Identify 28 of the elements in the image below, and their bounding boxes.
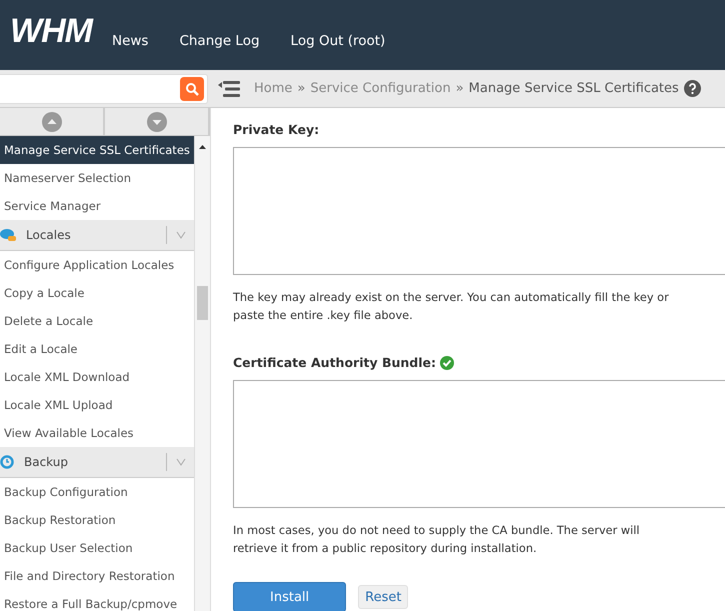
field-label: Private Key: <box>233 122 320 137</box>
chevron-icon <box>176 231 186 239</box>
breadcrumb-separator: » <box>297 81 306 96</box>
nav-link[interactable]: Change Log <box>179 33 260 49</box>
reset-button[interactable]: Reset <box>358 585 408 609</box>
menu-collapse-icon[interactable] <box>218 80 240 96</box>
field-label: Certificate Authority Bundle: <box>233 355 725 370</box>
chevron-icon <box>176 458 186 466</box>
speech-bubbles-icon <box>0 228 16 242</box>
search-icon <box>185 82 199 96</box>
help-icon[interactable] <box>684 80 701 97</box>
scrollbar-thumb[interactable] <box>197 286 208 320</box>
nav-link[interactable]: News <box>112 33 148 49</box>
breadcrumb-separator: » <box>456 81 464 96</box>
sidebar-section[interactable]: Locales <box>0 220 194 251</box>
section-title: Locales <box>26 228 72 242</box>
search-button[interactable] <box>180 76 204 100</box>
search-field[interactable] <box>0 74 208 104</box>
sidebar-section[interactable]: Backup <box>0 447 194 478</box>
scrollbar[interactable] <box>195 136 210 611</box>
sidebar-item[interactable]: Manage Service SSL Certificates <box>0 136 194 164</box>
logo: WHM <box>10 12 92 50</box>
install-button[interactable]: Install <box>233 582 346 611</box>
help-text: The key may already exist on the server. You can automatically fill the key or paste the entire .key file above. <box>233 290 670 324</box>
section-title: Backup <box>24 455 69 469</box>
help-text: In most cases, you do not need to supply the CA bundle. The server will retrieve it from a public repository during installation. <box>233 523 640 557</box>
breadcrumb-current: Manage Service SSL Certificates <box>468 81 679 96</box>
nav-link[interactable]: Log Out (root) <box>290 33 386 49</box>
